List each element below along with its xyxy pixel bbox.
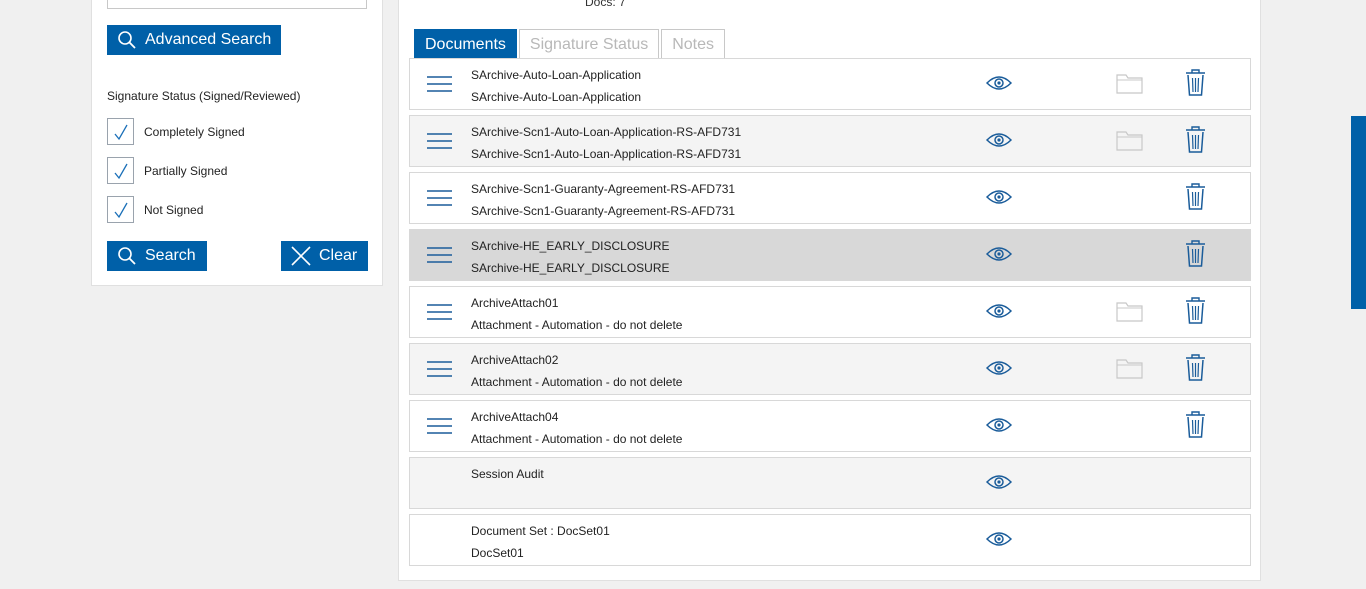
- document-title: ArchiveAttach01: [471, 296, 559, 310]
- docs-count: Docs: 7: [585, 0, 626, 9]
- drag-handle-icon[interactable]: [426, 188, 453, 208]
- documents-panel: Docs: 7 Documents Signature Status Notes…: [398, 0, 1261, 581]
- document-row[interactable]: ArchiveAttach02 Attachment - Automation …: [409, 343, 1251, 395]
- checkbox-row-not-signed[interactable]: Not Signed: [107, 196, 203, 223]
- search-icon: [118, 247, 136, 265]
- document-subtitle: SArchive-Scn1-Auto-Loan-Application-RS-A…: [471, 147, 742, 161]
- tab-signature-status[interactable]: Signature Status: [518, 29, 660, 59]
- eye-icon[interactable]: [986, 416, 1012, 434]
- document-row[interactable]: Document Set : DocSet01 DocSet01: [409, 514, 1251, 566]
- document-row[interactable]: SArchive-Scn1-Guaranty-Agreement-RS-AFD7…: [409, 172, 1251, 224]
- trash-icon[interactable]: [1185, 183, 1206, 210]
- not-signed-checkbox[interactable]: [107, 196, 134, 223]
- document-title: ArchiveAttach04: [471, 410, 559, 424]
- side-panel-handle[interactable]: [1351, 116, 1366, 309]
- folder-icon[interactable]: [1116, 129, 1143, 151]
- eye-icon[interactable]: [986, 473, 1012, 491]
- clear-button[interactable]: Clear: [281, 241, 368, 271]
- eye-icon[interactable]: [986, 131, 1012, 149]
- checkmark-icon: [113, 202, 128, 218]
- close-icon: [291, 246, 311, 266]
- trash-icon[interactable]: [1185, 126, 1206, 153]
- folder-icon[interactable]: [1116, 72, 1143, 94]
- tab-documents[interactable]: Documents: [414, 29, 517, 59]
- trash-icon[interactable]: [1185, 69, 1206, 96]
- document-title: Document Set : DocSet01: [471, 524, 610, 538]
- checkbox-row-partially-signed[interactable]: Partially Signed: [107, 157, 227, 184]
- drag-handle-icon[interactable]: [426, 416, 453, 436]
- document-row[interactable]: ArchiveAttach01 Attachment - Automation …: [409, 286, 1251, 338]
- document-row[interactable]: SArchive-Auto-Loan-Application SArchive-…: [409, 58, 1251, 110]
- checkmark-icon: [113, 163, 128, 179]
- eye-icon[interactable]: [986, 188, 1012, 206]
- document-title: ArchiveAttach02: [471, 353, 559, 367]
- checkmark-icon: [113, 124, 128, 140]
- checkbox-label: Completely Signed: [144, 124, 245, 139]
- document-row[interactable]: Session Audit: [409, 457, 1251, 509]
- trash-icon[interactable]: [1185, 240, 1206, 267]
- eye-icon[interactable]: [986, 74, 1012, 92]
- document-title: SArchive-Auto-Loan-Application: [471, 68, 642, 82]
- drag-handle-icon[interactable]: [426, 302, 453, 322]
- search-button[interactable]: Search: [107, 241, 207, 271]
- signature-status-title: Signature Status (Signed/Reviewed): [107, 89, 301, 103]
- document-subtitle: SArchive-Scn1-Guaranty-Agreement-RS-AFD7…: [471, 204, 736, 218]
- drag-handle-icon[interactable]: [426, 359, 453, 379]
- document-subtitle: Attachment - Automation - do not delete: [471, 318, 683, 332]
- advanced-search-label: Advanced Search: [145, 31, 272, 48]
- drag-handle-icon[interactable]: [426, 245, 453, 265]
- document-subtitle: Attachment - Automation - do not delete: [471, 375, 683, 389]
- checkbox-label: Partially Signed: [144, 163, 228, 178]
- filter-panel: Advanced Search Signature Status (Signed…: [91, 0, 383, 286]
- trash-icon[interactable]: [1185, 297, 1206, 324]
- document-title: Session Audit: [471, 467, 544, 481]
- document-row[interactable]: SArchive-Scn1-Auto-Loan-Application-RS-A…: [409, 115, 1251, 167]
- document-subtitle: Attachment - Automation - do not delete: [471, 432, 683, 446]
- checkbox-row-completely-signed[interactable]: Completely Signed: [107, 118, 245, 145]
- search-label: Search: [145, 247, 196, 264]
- eye-icon[interactable]: [986, 245, 1012, 263]
- clear-label: Clear: [319, 247, 358, 264]
- document-subtitle: SArchive-HE_EARLY_DISCLOSURE: [471, 261, 670, 275]
- search-icon: [118, 31, 136, 49]
- drag-handle-icon[interactable]: [426, 74, 453, 94]
- trash-icon[interactable]: [1185, 354, 1206, 381]
- folder-icon[interactable]: [1116, 357, 1143, 379]
- document-subtitle: DocSet01: [471, 546, 524, 560]
- document-title: SArchive-Scn1-Guaranty-Agreement-RS-AFD7…: [471, 182, 736, 196]
- document-title: SArchive-Scn1-Auto-Loan-Application-RS-A…: [471, 125, 742, 139]
- checkbox-label: Not Signed: [144, 202, 204, 217]
- completely-signed-checkbox[interactable]: [107, 118, 134, 145]
- document-list: SArchive-Auto-Loan-Application SArchive-…: [409, 58, 1251, 571]
- tab-bar: Documents Signature Status Notes: [414, 29, 727, 59]
- eye-icon[interactable]: [986, 359, 1012, 377]
- partially-signed-checkbox[interactable]: [107, 157, 134, 184]
- document-row[interactable]: ArchiveAttach04 Attachment - Automation …: [409, 400, 1251, 452]
- document-title: SArchive-HE_EARLY_DISCLOSURE: [471, 239, 670, 253]
- tab-notes[interactable]: Notes: [661, 29, 726, 59]
- drag-handle-icon[interactable]: [426, 131, 453, 151]
- advanced-search-button[interactable]: Advanced Search: [107, 25, 281, 55]
- eye-icon[interactable]: [986, 302, 1012, 320]
- trash-icon[interactable]: [1185, 411, 1206, 438]
- document-subtitle: SArchive-Auto-Loan-Application: [471, 90, 642, 104]
- search-input[interactable]: [107, 0, 367, 9]
- eye-icon[interactable]: [986, 530, 1012, 548]
- document-row[interactable]: SArchive-HE_EARLY_DISCLOSURE SArchive-HE…: [409, 229, 1251, 281]
- folder-icon[interactable]: [1116, 300, 1143, 322]
